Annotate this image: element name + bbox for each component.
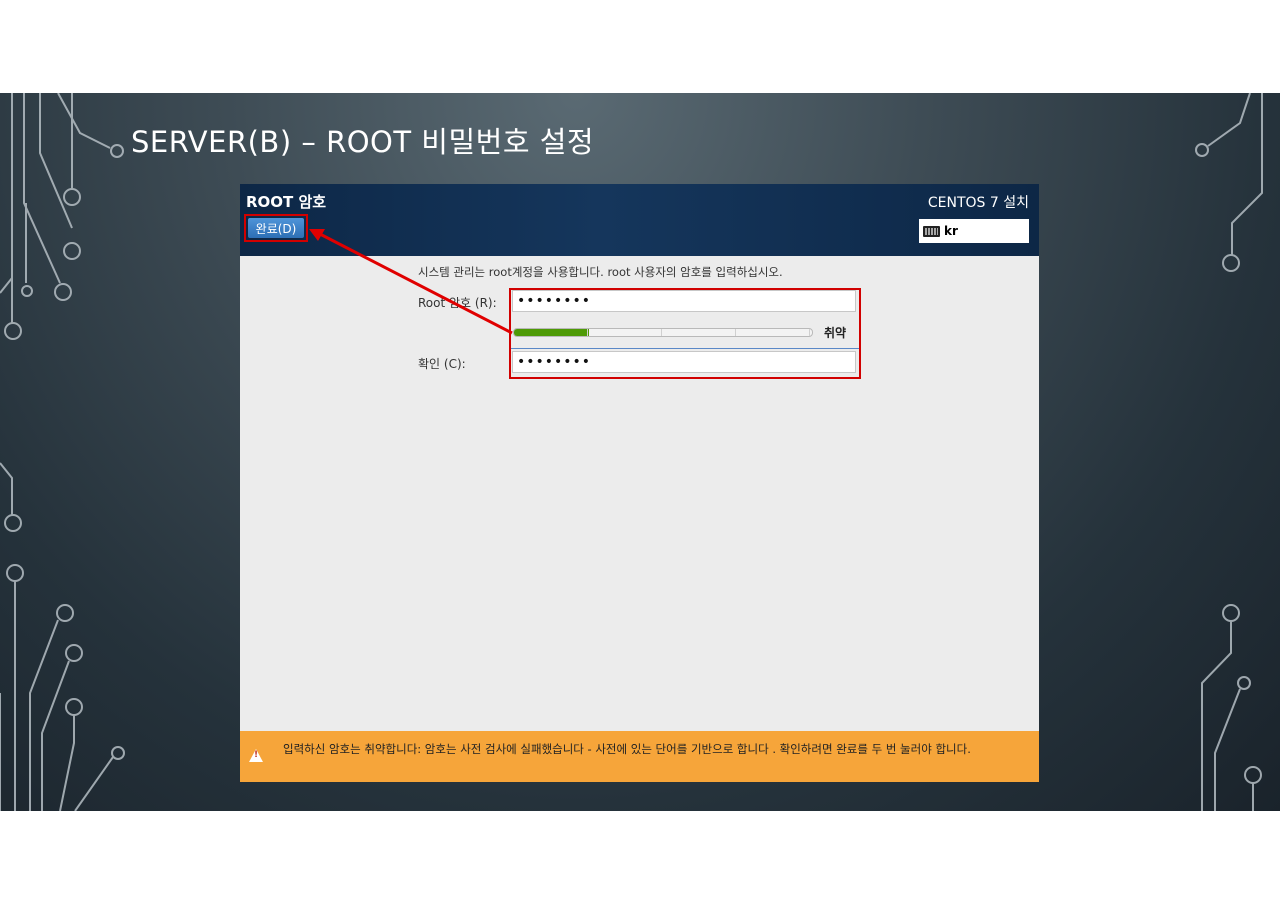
keyboard-icon <box>923 225 940 237</box>
done-button[interactable]: 완료(D) <box>248 218 304 238</box>
warning-bar: 입력하신 암호는 취약합니다: 암호는 사전 검사에 실패했습니다 - 사전에 … <box>240 731 1039 782</box>
slide-title: SERVER(B) – ROOT 비밀번호 설정 <box>131 125 595 159</box>
warning-icon <box>249 749 263 762</box>
confirm-password-label: 확인 (C): <box>418 357 466 371</box>
installer-header: ROOT 암호 완료(D) CENTOS 7 설치 kr <box>240 184 1039 256</box>
warning-text: 입력하신 암호는 취약합니다: 암호는 사전 검사에 실패했습니다 - 사전에 … <box>283 742 971 756</box>
keyboard-layout-label: kr <box>944 224 958 238</box>
root-password-label: Root 암호 (R): <box>418 296 497 310</box>
intro-text: 시스템 관리는 root계정을 사용합니다. root 사용자의 암호를 입력하… <box>418 265 783 279</box>
product-title: CENTOS 7 설치 <box>927 195 1029 211</box>
installer-window: ROOT 암호 완료(D) CENTOS 7 설치 kr 시스템 관리는 roo… <box>240 184 1039 782</box>
password-fields-highlight <box>509 288 861 379</box>
keyboard-layout-indicator[interactable]: kr <box>919 219 1029 243</box>
done-button-highlight: 완료(D) <box>244 214 308 242</box>
page-title: ROOT 암호 <box>246 193 327 211</box>
slide-background: SERVER(B) – ROOT 비밀번호 설정 ROOT 암호 완료(D) C… <box>0 93 1280 811</box>
